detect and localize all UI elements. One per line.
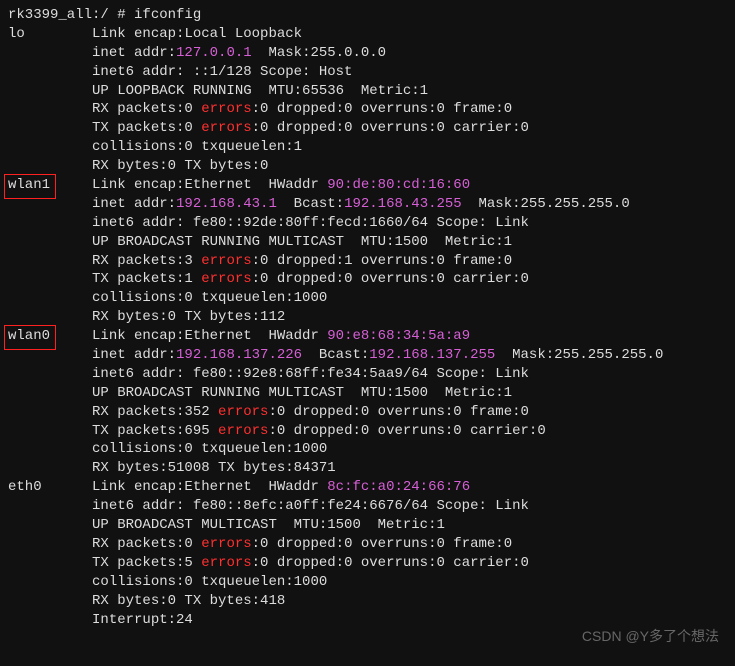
- iface-eth0-label: eth0: [8, 478, 42, 497]
- iface-lo-inet: 127.0.0.1: [176, 45, 252, 61]
- iface-eth0-rx-errors-label: errors: [201, 536, 251, 552]
- iface-lo-rx-errors-label: errors: [201, 101, 251, 117]
- iface-wlan0-bcast: 192.168.137.255: [369, 347, 495, 363]
- iface-wlan1-tx-errors-label: errors: [201, 271, 251, 287]
- iface-wlan0-rx-errors-label: errors: [218, 404, 268, 420]
- iface-wlan0-inet: 192.168.137.226: [176, 347, 302, 363]
- terminal-output: rk3399_all:/ # ifconfiglo Link encap:Loc…: [8, 6, 727, 629]
- iface-wlan1-label: wlan1: [8, 176, 50, 195]
- iface-wlan0-tx-errors-label: errors: [218, 423, 268, 439]
- iface-wlan1-rx-errors-label: errors: [201, 253, 251, 269]
- iface-wlan0-label: wlan0: [8, 327, 50, 346]
- iface-lo-tx-errors-label: errors: [201, 120, 251, 136]
- iface-wlan1-inet: 192.168.43.1: [176, 196, 277, 212]
- iface-eth0-hwaddr: 8c:fc:a0:24:66:76: [327, 479, 470, 495]
- iface-lo-label: lo: [8, 25, 25, 44]
- iface-wlan0-hwaddr: 90:e8:68:34:5a:a9: [327, 328, 470, 344]
- iface-wlan1-hwaddr: 90:de:80:cd:16:60: [327, 177, 470, 193]
- iface-wlan1-bcast: 192.168.43.255: [344, 196, 462, 212]
- shell-prompt[interactable]: rk3399_all:/ # ifconfig: [8, 7, 201, 23]
- iface-eth0-tx-errors-label: errors: [201, 555, 251, 571]
- watermark: CSDN @Y多了个想法: [582, 627, 719, 646]
